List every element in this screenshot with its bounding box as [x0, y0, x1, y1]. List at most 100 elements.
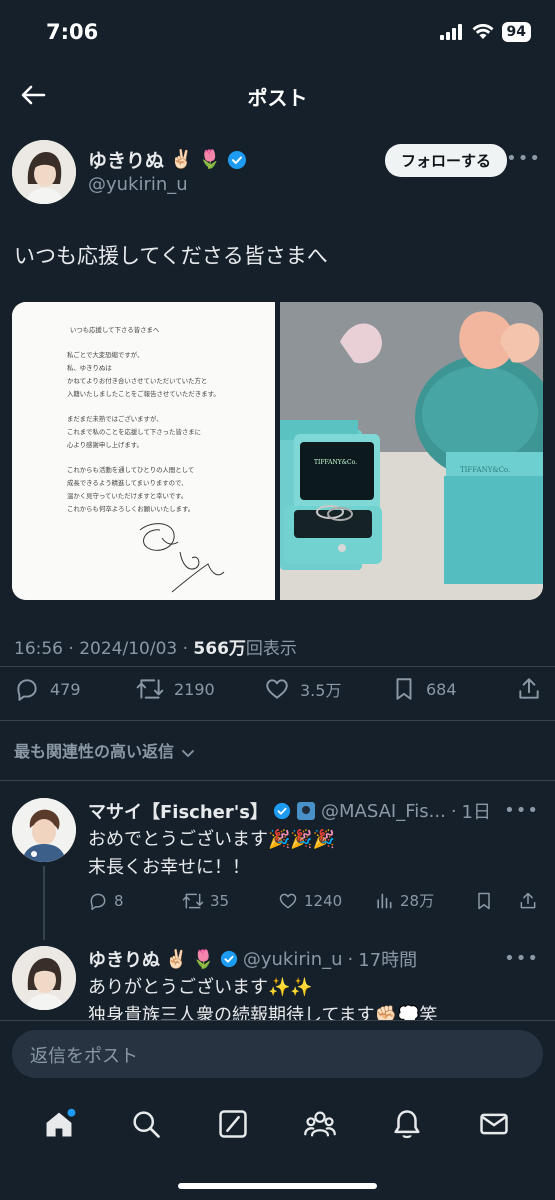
- post-time: 16:56: [14, 639, 63, 659]
- reply-repost-button[interactable]: 35: [182, 890, 278, 911]
- letter-line: 入籍いたしましたことをご報告させていただきます。: [67, 389, 220, 398]
- reply-sort-label: 最も関連性の高い返信: [14, 742, 175, 761]
- post-author: ゆきりぬ ✌🏻 🌷 @yukirin_u フォローする •••: [12, 140, 543, 206]
- repost-icon: [182, 893, 204, 908]
- reply-like-count: 1240: [304, 891, 343, 910]
- like-icon: [266, 679, 288, 699]
- repost-button[interactable]: 2190: [136, 676, 215, 702]
- reply-text-line: 末長くお幸せに！！: [88, 857, 250, 878]
- reply-repost-count: 35: [210, 891, 230, 910]
- reply-icon: [17, 679, 37, 701]
- home-icon: [46, 1108, 76, 1137]
- share-icon: [519, 678, 539, 699]
- communities-icon: [304, 1111, 336, 1137]
- tab-search[interactable]: [129, 1107, 165, 1143]
- reply-sort-dropdown[interactable]: 最も関連性の高い返信: [14, 738, 196, 762]
- author-avatar[interactable]: [12, 140, 76, 204]
- divider: [0, 720, 555, 721]
- wifi-icon: [472, 24, 494, 39]
- letter-line: いつも応援して下さる皆さまへ: [70, 325, 160, 334]
- letter-line: かねてよりお付き合いさせていただいていた方と: [67, 376, 207, 385]
- tab-home[interactable]: [42, 1107, 78, 1143]
- letter-line: これまで私のことを応援して下さった皆さまに: [67, 427, 201, 436]
- reply-actions: 8 35 1240 28万: [88, 890, 543, 911]
- author-name: ゆきりぬ: [88, 150, 165, 172]
- verified-badge-icon: [273, 802, 291, 820]
- post-views-label: 回表示: [245, 639, 297, 659]
- like-button[interactable]: 3.5万: [264, 676, 341, 702]
- divider: [0, 1020, 555, 1021]
- reply-reply-count: 8: [114, 891, 124, 910]
- reply-time: 1日: [461, 802, 491, 823]
- divider: [0, 666, 555, 667]
- reply-compose-input[interactable]: 返信をポスト: [12, 1030, 543, 1078]
- peace-sign-emoji: ✌🏻: [165, 948, 188, 970]
- messages-icon: [480, 1113, 509, 1135]
- top-navigation: ポスト: [0, 66, 555, 124]
- reply-text-line: おめでとうございます🎉🎉🎉: [88, 829, 336, 850]
- post-views-count: 566万: [193, 639, 246, 659]
- reply-text: おめでとうございます🎉🎉🎉 末長くお幸せに！！: [88, 826, 335, 882]
- post-meta: 16:56 · 2024/10/03 · 566万回表示: [14, 639, 297, 659]
- battery-level: 94: [501, 22, 531, 42]
- svg-text:TIFFANY&Co.: TIFFANY&Co.: [460, 466, 510, 474]
- post-text: いつも応援してくださる皆さまへ: [14, 244, 328, 268]
- views-icon: [377, 893, 392, 908]
- reply-author-name: マサイ【Fischer's】: [88, 802, 268, 823]
- reply-views-button[interactable]: 28万: [374, 890, 474, 911]
- letter-line: 私、ゆきりぬは: [67, 363, 112, 372]
- reply-like-button[interactable]: 1240: [278, 890, 374, 911]
- author-name-row[interactable]: ゆきりぬ ✌🏻 🌷: [88, 146, 247, 173]
- reply-views-count: 28万: [400, 892, 435, 910]
- reply-header: マサイ【Fischer's】 @MASAI_Fis... · 1日: [88, 798, 491, 824]
- status-icons: 94: [439, 22, 531, 42]
- reply-author-handle: @MASAI_Fis...: [320, 800, 446, 822]
- bookmark-count: 684: [426, 679, 457, 699]
- thread-connector: [43, 866, 45, 940]
- home-indicator: [178, 1183, 377, 1189]
- reply-bookmark-button[interactable]: [474, 890, 518, 911]
- reply-text-line: 独身貴族三人衆の続報期待してます✊🏻💭笑: [88, 1005, 438, 1020]
- status-time: 7:06: [46, 20, 99, 44]
- post-actions: 479 2190 3.5万 684: [14, 676, 544, 710]
- letter-line: これからも何卒よろしくお願いいたします。: [67, 504, 194, 513]
- tab-notifications[interactable]: [390, 1107, 426, 1143]
- reply-author-handle: @yukirin_u: [242, 948, 343, 970]
- repost-count: 2190: [174, 679, 215, 699]
- more-options-icon[interactable]: •••: [504, 800, 539, 821]
- status-bar: 7:06 94: [0, 0, 555, 66]
- tab-grok[interactable]: [216, 1107, 252, 1143]
- post-date: 2024/10/03: [79, 639, 178, 659]
- letter-line: 温かく見守っていただけますと幸いです。: [67, 491, 187, 500]
- chevron-down-icon: [181, 749, 194, 757]
- more-options-icon[interactable]: •••: [504, 948, 539, 969]
- notifications-icon: [394, 1110, 420, 1139]
- more-options-icon[interactable]: •••: [506, 148, 541, 169]
- bookmark-icon: [478, 892, 490, 909]
- signal-icon: [439, 24, 462, 40]
- post-media[interactable]: いつも応援して下さる皆さまへ 私ごとで大変恐縮ですが、 私、ゆきりぬは かねてよ…: [12, 302, 543, 600]
- follow-button[interactable]: フォローする: [384, 144, 507, 177]
- reply-item[interactable]: ゆきりぬ ✌🏻 🌷 @yukirin_u · 17時間 ••• ありがとうござい…: [0, 946, 555, 1020]
- reply-text: ありがとうございます✨✨ 独身貴族三人衆の続報期待してます✊🏻💭笑: [88, 974, 437, 1020]
- reply-item[interactable]: マサイ【Fischer's】 @MASAI_Fis... · 1日 ••• おめ…: [0, 798, 555, 928]
- tulip-emoji: 🌷: [192, 948, 215, 970]
- author-handle: @yukirin_u: [88, 174, 188, 195]
- reply-avatar[interactable]: [12, 798, 76, 862]
- like-count: 3.5万: [300, 681, 342, 700]
- tab-communities[interactable]: [303, 1107, 339, 1143]
- letter-line: 成長できるよう精進してまいりますので、: [67, 478, 188, 487]
- reply-avatar[interactable]: [12, 946, 76, 1010]
- reply-reply-button[interactable]: 8: [88, 890, 182, 911]
- tiffany-ring-box-photo[interactable]: TIFFANY&Co. TIFFANY&Co.: [280, 302, 543, 600]
- tab-messages[interactable]: [477, 1107, 513, 1143]
- letter-line: これからも活動を通してひとりの人間として: [67, 465, 194, 474]
- handwritten-letter-image[interactable]: いつも応援して下さる皆さまへ 私ごとで大変恐縮ですが、 私、ゆきりぬは かねてよ…: [12, 302, 275, 600]
- share-button[interactable]: [516, 676, 542, 702]
- bottom-tab-bar: [0, 1090, 555, 1160]
- reply-share-button[interactable]: [518, 890, 542, 911]
- bookmark-button[interactable]: 684: [392, 676, 457, 702]
- reply-header: ゆきりぬ ✌🏻 🌷 @yukirin_u · 17時間: [88, 946, 417, 972]
- affiliate-badge-icon: [296, 802, 315, 820]
- reply-button[interactable]: 479: [14, 676, 81, 702]
